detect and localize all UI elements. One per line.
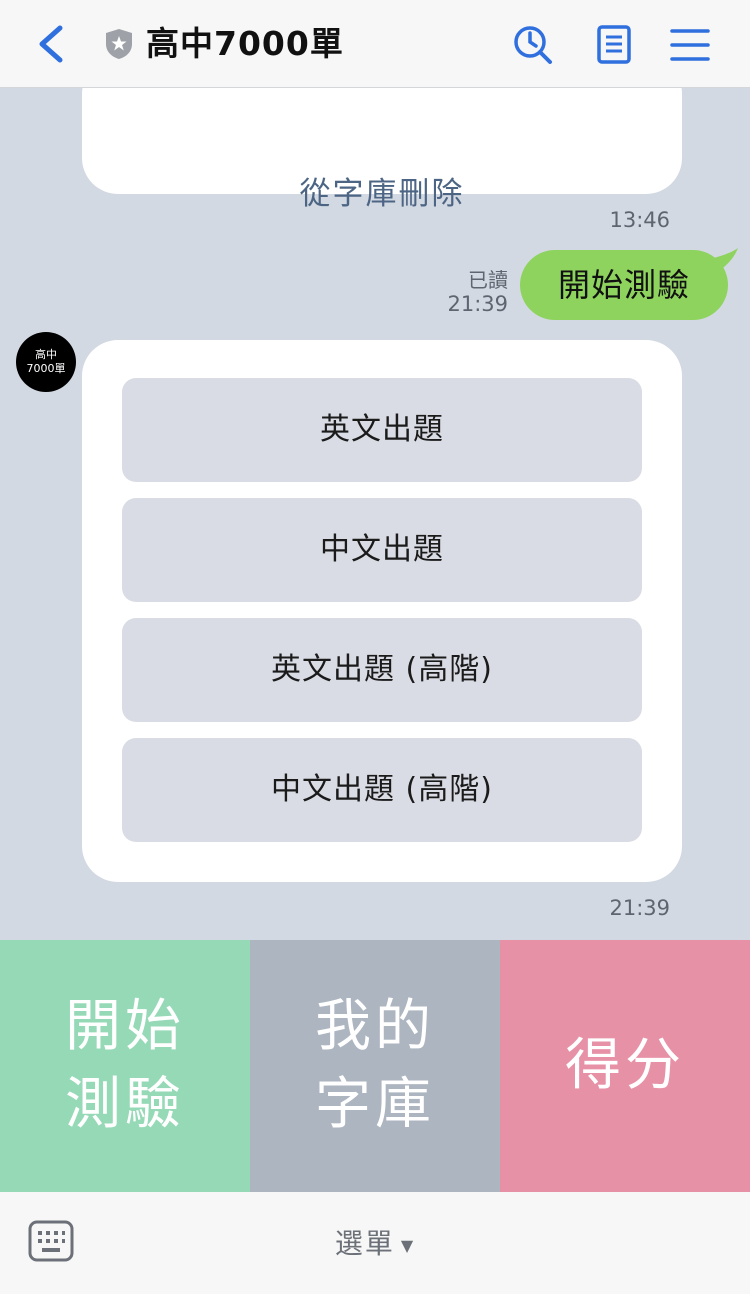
search-history-icon[interactable] xyxy=(510,22,554,66)
notes-icon[interactable] xyxy=(592,22,636,66)
chinese-quiz-button[interactable]: 中文出題 xyxy=(122,498,642,602)
read-receipt: 已讀 xyxy=(468,268,508,292)
message-timestamp: 13:46 xyxy=(609,208,670,232)
official-badge-icon xyxy=(106,29,132,59)
english-quiz-button[interactable]: 英文出題 xyxy=(122,378,642,482)
menu-label-line1: 開始 xyxy=(65,994,185,1059)
menu-label-line1: 我的 xyxy=(315,994,435,1059)
avatar-text-line1: 高中 xyxy=(35,348,57,361)
score-menu-button[interactable]: 得分 xyxy=(500,940,750,1192)
message-timestamp: 21:39 xyxy=(447,292,508,316)
menu-label-line2: 測驗 xyxy=(65,1072,185,1137)
start-quiz-menu-button[interactable]: 開始 測驗 xyxy=(0,940,250,1192)
quiz-options-card: 英文出題 中文出題 英文出題 (高階) 中文出題 (高階) xyxy=(82,340,682,882)
bot-avatar[interactable]: 高中 7000單 xyxy=(16,332,76,392)
delete-from-vocab-button[interactable]: 從字庫刪除 xyxy=(82,168,682,213)
menu-icon[interactable] xyxy=(668,22,712,66)
user-message-bubble: 開始測驗 xyxy=(520,250,728,320)
message-timestamp: 21:39 xyxy=(609,896,670,920)
caret-down-icon: ▼ xyxy=(400,1235,416,1255)
my-vocab-menu-button[interactable]: 我的 字庫 xyxy=(250,940,500,1192)
chat-area[interactable]: 從字庫刪除 13:46 已讀 21:39 開始測驗 高中 7000單 英文出題 … xyxy=(0,88,750,940)
chinese-advanced-quiz-button[interactable]: 中文出題 (高階) xyxy=(122,738,642,842)
menu-toggle-label: 選單 xyxy=(334,1227,395,1260)
menu-toggle-button[interactable]: 選單 ▼ xyxy=(0,1222,750,1262)
back-icon[interactable] xyxy=(30,22,70,66)
menu-label: 得分 xyxy=(565,1033,685,1098)
chat-header: 高中7000單 xyxy=(0,0,750,88)
menu-label-line2: 字庫 xyxy=(315,1072,435,1137)
bottom-bar: 選單 ▼ xyxy=(0,1192,750,1294)
english-advanced-quiz-button[interactable]: 英文出題 (高階) xyxy=(122,618,642,722)
previous-bot-card: 從字庫刪除 xyxy=(82,88,682,212)
avatar-text-line2: 7000單 xyxy=(26,362,66,375)
rich-menu: 開始 測驗 我的 字庫 得分 xyxy=(0,940,750,1192)
chat-title: 高中7000單 xyxy=(146,24,344,63)
